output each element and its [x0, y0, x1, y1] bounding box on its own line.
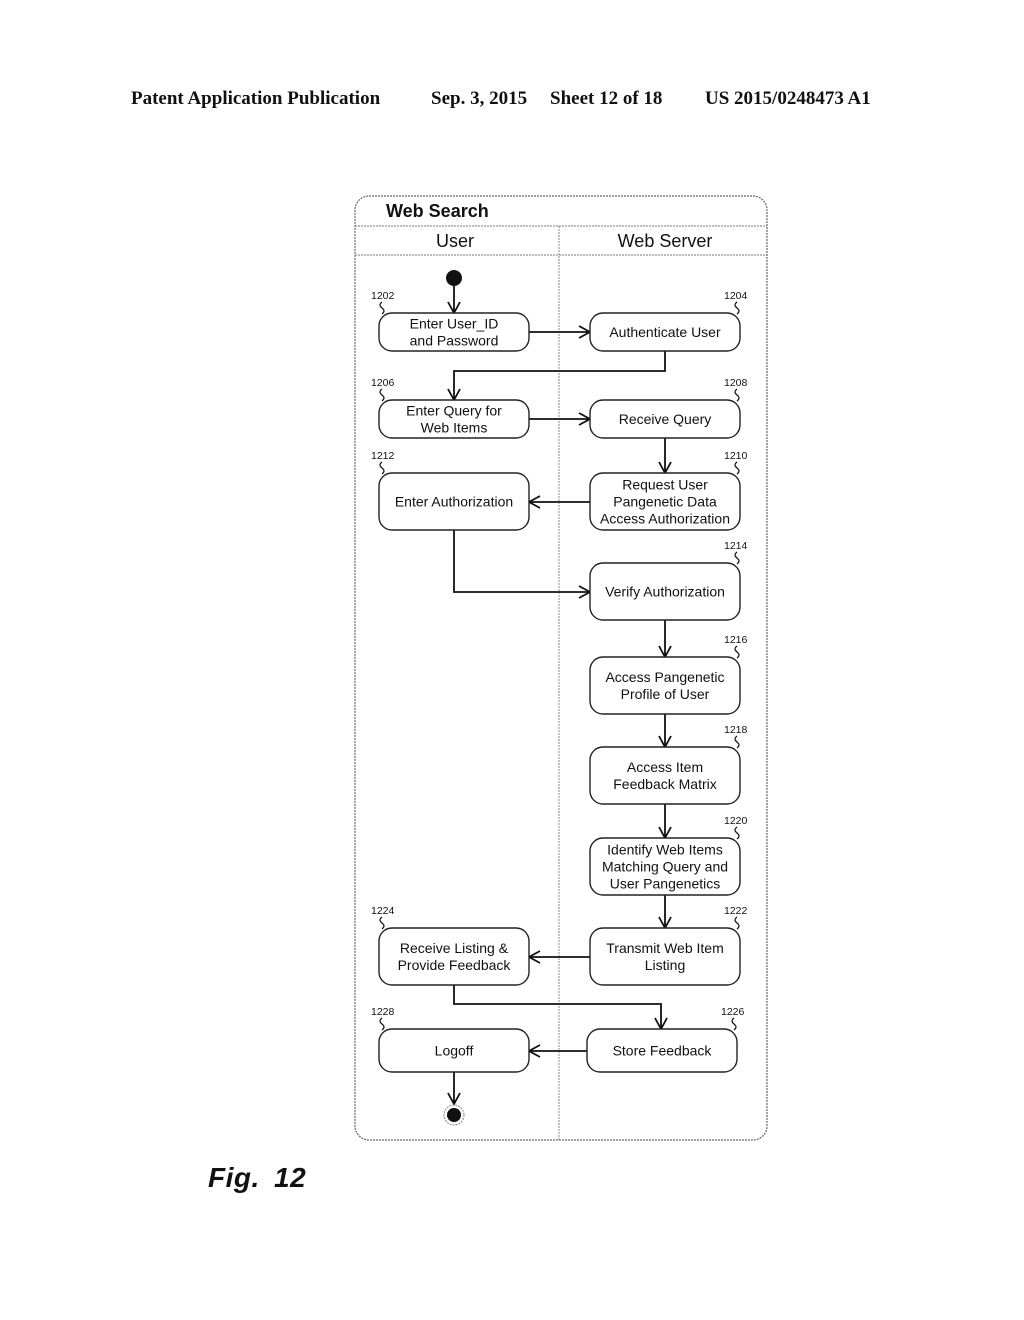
activity-label: Provide Feedback — [398, 957, 512, 973]
activity-label: Pangenetic Data — [613, 494, 717, 510]
leader-squiggle — [734, 645, 740, 659]
reference-numeral: 1222 — [724, 905, 748, 917]
reference-numeral: 1218 — [724, 724, 748, 736]
leader-squiggle — [379, 461, 385, 475]
activity-node-1226: Store Feedback 1226 — [586, 1006, 745, 1073]
activity-label: Identify Web Items — [607, 842, 723, 858]
activity-node-1210: Request UserPangenetic DataAccess Author… — [589, 450, 748, 531]
activity-label: Enter Authorization — [395, 494, 513, 510]
activity-node-1218: Access ItemFeedback Matrix 1218 — [589, 724, 748, 805]
activity-label: Receive Query — [619, 411, 712, 427]
reference-numeral: 1224 — [371, 905, 395, 917]
reference-numeral: 1204 — [724, 290, 748, 302]
leader-squiggle — [734, 826, 740, 840]
activity-node-1224: Receive Listing &Provide Feedback 1224 — [371, 905, 530, 986]
activity-label: Transmit Web Item — [606, 940, 723, 956]
leader-squiggle — [379, 301, 385, 315]
activity-node-1228: Logoff 1228 — [371, 1006, 530, 1073]
reference-numeral: 1208 — [724, 377, 748, 389]
activity-node-1206: Enter Query forWeb Items 1206 — [371, 377, 530, 439]
activity-node-1222: Transmit Web ItemListing 1222 — [589, 905, 748, 986]
reference-numeral: 1212 — [371, 450, 395, 462]
figure-label: Fig. 12 — [208, 1162, 307, 1193]
reference-numeral: 1214 — [724, 540, 748, 552]
activity-node-1212: Enter Authorization 1212 — [371, 450, 530, 531]
activity-label: Receive Listing & — [400, 940, 509, 956]
leader-squiggle — [734, 461, 740, 475]
activity-label: Matching Query and — [602, 859, 728, 875]
activity-node-1204: Authenticate User 1204 — [589, 290, 748, 352]
activity-label: User Pangenetics — [610, 876, 721, 892]
leader-squiggle — [734, 388, 740, 402]
activity-node-1216: Access PangeneticProfile of User 1216 — [589, 634, 748, 715]
reference-numeral: 1202 — [371, 290, 395, 302]
lane-header-user: User — [436, 231, 474, 251]
activity-node-1208: Receive Query 1208 — [589, 377, 748, 439]
activity-node-1220: Identify Web ItemsMatching Query andUser… — [589, 815, 748, 896]
activity-label: Store Feedback — [613, 1043, 713, 1059]
start-node — [446, 270, 462, 286]
lane-header-server: Web Server — [618, 231, 713, 251]
reference-numeral: 1210 — [724, 450, 748, 462]
leader-squiggle — [734, 301, 740, 315]
activity-label: Access Item — [627, 759, 703, 775]
flow-arrow-1224-to-1226 — [453, 985, 668, 1031]
leader-squiggle — [734, 551, 740, 565]
reference-numeral: 1216 — [724, 634, 748, 646]
activity-label: Access Authorization — [600, 511, 730, 527]
leader-squiggle — [379, 916, 385, 930]
reference-numeral: 1206 — [371, 377, 395, 389]
reference-numeral: 1226 — [721, 1006, 745, 1018]
leader-squiggle — [379, 388, 385, 402]
reference-numeral: 1228 — [371, 1006, 395, 1018]
diagram-title: Web Search — [386, 201, 489, 221]
activity-label: Logoff — [435, 1043, 474, 1059]
activity-diagram: Web Search User Web Server Enter User_ID… — [354, 195, 768, 1141]
end-node — [443, 1104, 465, 1126]
leader-squiggle — [734, 916, 740, 930]
leader-squiggle — [731, 1017, 737, 1031]
activity-node-1214: Verify Authorization 1214 — [589, 540, 748, 621]
activity-label: Web Items — [421, 420, 488, 436]
activity-label: Request User — [622, 477, 708, 493]
activity-label: Verify Authorization — [605, 584, 725, 600]
leader-squiggle — [379, 1017, 385, 1031]
activity-label: Feedback Matrix — [613, 776, 716, 792]
activity-label: Listing — [645, 957, 685, 973]
activity-label: Enter User_ID — [410, 316, 499, 332]
activity-label: and Password — [410, 333, 499, 349]
activity-node-1202: Enter User_IDand Password 1202 — [371, 290, 530, 352]
reference-numeral: 1220 — [724, 815, 748, 827]
leader-squiggle — [734, 735, 740, 749]
activity-label: Enter Query for — [406, 403, 502, 419]
activity-label: Access Pangenetic — [605, 669, 724, 685]
activity-label: Authenticate User — [609, 324, 721, 340]
activity-label: Profile of User — [621, 686, 710, 702]
flow-arrow-1212-to-1214 — [453, 530, 592, 599]
